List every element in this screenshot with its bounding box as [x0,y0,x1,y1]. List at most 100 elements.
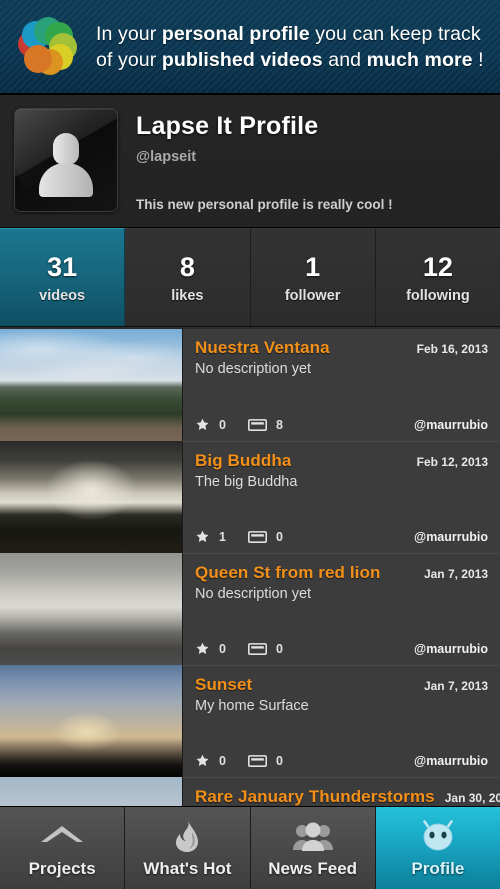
video-meta: Queen St from red lion Jan 7, 2013 No de… [182,553,500,665]
home-icon [39,818,85,852]
video-star-count: 0 [219,417,226,432]
thumbnail-sheen [0,553,182,665]
video-date: Jan 30, 2013 [444,791,500,805]
video-description: No description yet [195,586,312,602]
thumbnail-sheen [0,441,182,553]
banner-line1-pre: In your [96,22,162,45]
video-views: 0 [247,753,283,768]
filmstrip-icon [247,530,267,544]
banner-line1-post: you can keep track [309,22,481,45]
video-views: 8 [247,417,283,432]
video-stars: 1 [195,529,226,544]
video-description: The big Buddha [195,474,298,490]
profile-header: Lapse It Profile @lapseit This new perso… [0,95,500,228]
tab-news-feed-label: News Feed [268,858,358,878]
tab-profile[interactable]: Profile [375,807,500,889]
video-thumbnail[interactable] [0,441,182,553]
video-views: 0 [247,529,283,544]
tab-projects[interactable]: Projects [0,807,126,889]
promo-banner-text: In your personal profile you can keep tr… [96,21,484,73]
bottom-navigation-bar: Projects What's Hot News Feed Profile [0,806,500,889]
thumbnail-sheen [0,665,182,777]
stat-likes-value: 8 [179,251,195,282]
video-views: 0 [247,642,283,656]
list-item[interactable]: Big Buddha Feb 12, 2013 The big Buddha 1 [0,441,500,553]
stat-videos[interactable]: 31 videos [0,228,126,326]
list-item[interactable]: Nuestra Ventana Feb 16, 2013 No descript… [0,329,500,441]
video-author[interactable]: @maurrubio [414,418,488,432]
banner-line1-bold: personal profile [161,22,310,45]
video-date: Feb 12, 2013 [416,455,488,469]
video-thumbnail[interactable] [0,553,182,665]
stat-likes[interactable]: 8 likes [125,228,251,326]
profile-info: Lapse It Profile @lapseit This new perso… [118,108,393,227]
banner-line2-mid: and [322,48,367,71]
video-star-count: 1 [219,529,226,544]
banner-line2-bold: published videos [161,48,323,71]
thumbnail-sheen [0,329,182,441]
video-author[interactable]: @maurrubio [414,530,488,544]
filmstrip-icon [247,642,267,656]
video-meta: Nuestra Ventana Feb 16, 2013 No descript… [182,329,500,441]
list-item[interactable]: Rare January Thunderstorms Jan 30, 2013 [0,777,500,806]
video-star-count: 0 [219,641,226,656]
filmstrip-icon [247,418,267,432]
tab-projects-label: Projects [28,858,96,878]
star-icon [195,753,210,768]
video-description: No description yet [195,361,312,377]
video-title[interactable]: Big Buddha [195,451,291,471]
video-stars: 0 [195,641,226,656]
video-author[interactable]: @maurrubio [414,754,488,768]
video-author[interactable]: @maurrubio [414,642,488,656]
video-thumbnail[interactable] [0,777,182,806]
video-meta: Rare January Thunderstorms Jan 30, 2013 [182,777,500,806]
video-description: My home Surface [195,698,309,714]
video-stars: 0 [195,417,226,432]
android-head-icon [419,818,457,852]
promo-banner[interactable]: In your personal profile you can keep tr… [0,0,500,95]
tab-news-feed[interactable]: News Feed [250,807,376,889]
stat-videos-value: 31 [47,251,78,282]
stat-follower[interactable]: 1 follower [250,228,376,326]
video-date: Jan 7, 2013 [423,679,488,693]
stat-following[interactable]: 12 following [375,228,500,326]
people-icon [292,818,333,852]
banner-line2-pre: of your [96,48,162,71]
video-view-count: 8 [275,417,283,432]
tab-profile-label: Profile [411,858,465,878]
video-stars: 0 [195,753,226,768]
list-item[interactable]: Sunset Jan 7, 2013 My home Surface 0 0 @… [0,665,500,777]
video-title[interactable]: Nuestra Ventana [195,338,330,358]
tab-whats-hot[interactable]: What's Hot [125,807,251,889]
flame-icon [172,818,202,852]
video-date: Feb 16, 2013 [416,342,488,356]
thumbnail-sheen [0,777,182,806]
video-list[interactable]: Nuestra Ventana Feb 16, 2013 No descript… [0,329,500,806]
star-icon [195,417,210,432]
profile-name: Lapse It Profile [136,112,319,140]
lapse-it-flower-logo-icon [14,14,80,80]
stat-likes-label: likes [171,287,204,304]
video-thumbnail[interactable] [0,665,182,777]
tab-whats-hot-label: What's Hot [143,858,232,878]
stat-follower-value: 1 [305,251,321,282]
video-title[interactable]: Sunset [195,675,252,695]
video-view-count: 0 [275,753,283,768]
profile-bio: This new personal profile is really cool… [136,197,393,212]
app-screen: In your personal profile you can keep tr… [0,0,500,889]
video-star-count: 0 [219,753,226,768]
avatar[interactable] [14,108,118,212]
star-icon [195,641,210,656]
list-item[interactable]: Queen St from red lion Jan 7, 2013 No de… [0,553,500,665]
stat-follower-label: follower [284,287,341,304]
stat-following-label: following [406,287,470,304]
video-view-count: 0 [275,529,283,544]
video-thumbnail[interactable] [0,329,182,441]
video-title[interactable]: Queen St from red lion [195,563,380,583]
banner-line2-post: ! [472,48,484,71]
filmstrip-icon [247,754,267,768]
banner-line2-bold2: much more [366,48,473,71]
video-meta: Big Buddha Feb 12, 2013 The big Buddha 1 [182,441,500,553]
stat-following-value: 12 [422,251,453,282]
video-title[interactable]: Rare January Thunderstorms [195,787,435,806]
